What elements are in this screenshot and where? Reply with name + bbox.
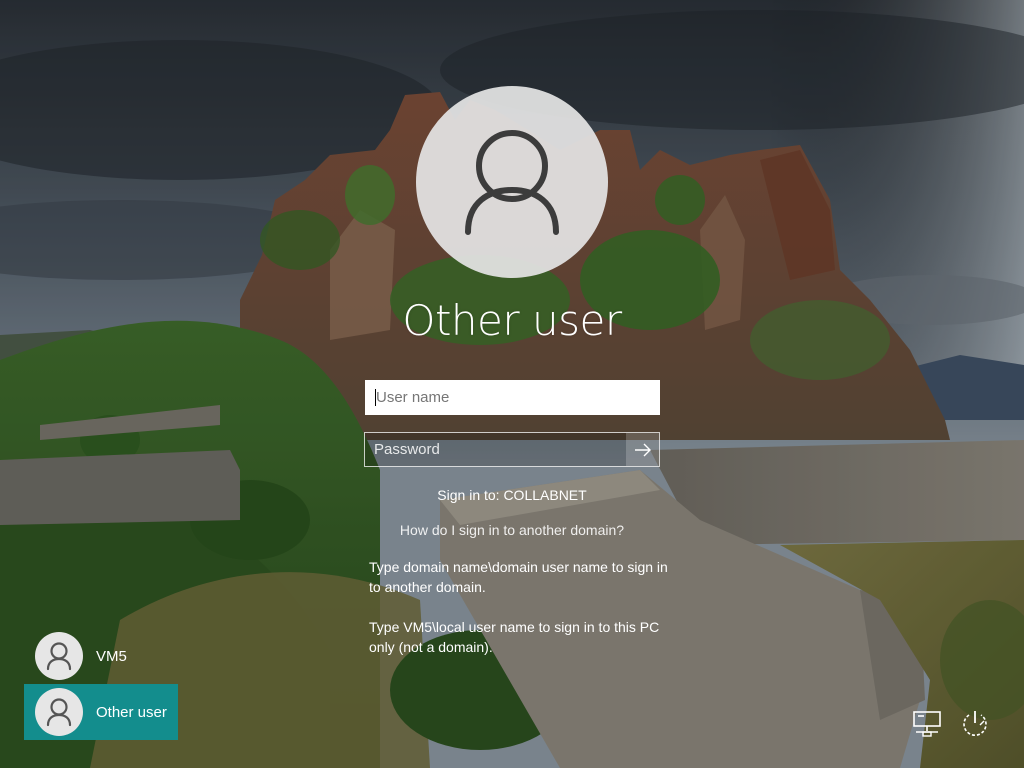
domain-help-text: Type domain name\domain user name to sig…	[369, 559, 668, 595]
avatar	[35, 632, 83, 680]
power-button[interactable]	[958, 706, 992, 740]
avatar	[35, 688, 83, 736]
user-avatar-large	[416, 86, 608, 278]
user-silhouette-icon	[465, 130, 559, 235]
power-icon	[963, 711, 987, 736]
local-account-help-text: Type VM5\local user name to sign in to t…	[369, 619, 660, 655]
network-icon	[913, 711, 941, 737]
lock-screen: Other user Sign in to: COLLABNET How do …	[0, 0, 1024, 768]
user-tile-other-user[interactable]: Other user	[24, 684, 178, 740]
arrow-right-icon	[634, 443, 651, 456]
sign-in-submit-button[interactable]	[626, 433, 659, 466]
sign-in-domain-label: Sign in to: COLLABNET	[437, 487, 587, 503]
text-caret	[375, 389, 376, 406]
user-tile-label: VM5	[96, 647, 127, 665]
user-tile-label: Other user	[96, 703, 167, 721]
user-tile-vm5[interactable]: VM5	[24, 628, 178, 684]
password-input[interactable]	[365, 433, 627, 466]
user-silhouette-icon	[46, 698, 72, 727]
selected-user-name: Other user	[402, 296, 622, 345]
password-field-container	[364, 432, 660, 467]
username-input[interactable]	[365, 380, 660, 415]
other-domain-help-link[interactable]: How do I sign in to another domain?	[312, 522, 712, 538]
network-button[interactable]	[910, 706, 944, 740]
user-silhouette-icon	[46, 642, 72, 671]
